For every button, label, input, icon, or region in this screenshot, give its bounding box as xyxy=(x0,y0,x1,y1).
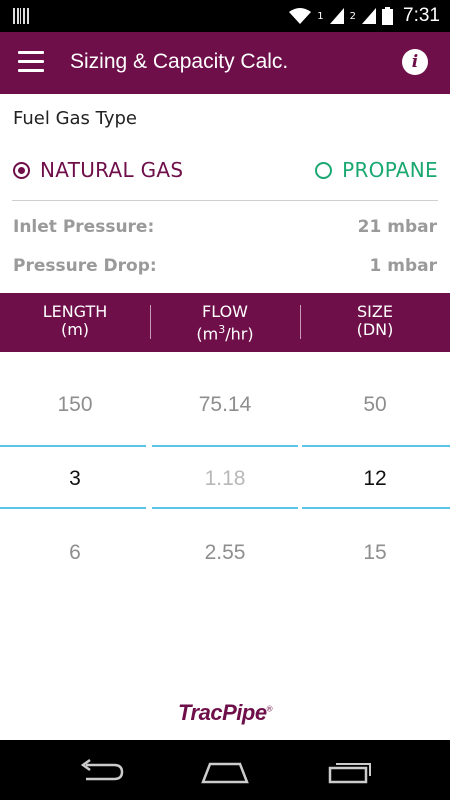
selection-line xyxy=(152,445,298,447)
length-header: LENGTH (m) xyxy=(0,293,150,352)
size-selected-value[interactable]: 12 xyxy=(300,467,450,491)
sim2-label: 2 xyxy=(349,10,357,22)
length-below-value[interactable]: 6 xyxy=(0,541,150,565)
inlet-pressure-row[interactable]: Inlet Pressure: 21 mbar xyxy=(13,217,437,237)
tracpipe-logo: TracPipe® xyxy=(178,700,272,725)
info-icon[interactable]: i xyxy=(402,49,428,75)
flow-above-value[interactable]: 75.14 xyxy=(150,393,300,417)
length-header-unit: (m) xyxy=(60,320,90,339)
clock: 7:31 xyxy=(403,5,440,26)
flow-header-unit: (m3/hr) xyxy=(196,323,254,344)
size-picker[interactable]: 50 12 15 xyxy=(300,352,450,592)
size-header-unit: (DN) xyxy=(356,320,394,339)
length-selected-value[interactable]: 3 xyxy=(0,467,150,491)
fuel-gas-type-title: Fuel Gas Type xyxy=(13,108,137,129)
size-above-value[interactable]: 50 xyxy=(300,393,450,417)
flow-below-value[interactable]: 2.55 xyxy=(150,541,300,565)
natural-gas-radio[interactable]: NATURAL GAS xyxy=(13,158,183,182)
flow-header-title: FLOW xyxy=(202,302,248,321)
flow-selected-value: 1.18 xyxy=(204,467,246,490)
radio-checked-icon xyxy=(13,161,30,179)
home-icon[interactable] xyxy=(200,758,250,784)
inlet-pressure-value: 21 mbar xyxy=(357,217,437,237)
status-bar: 1 2 7:31 xyxy=(0,0,450,32)
propane-radio[interactable]: PROPANE xyxy=(315,158,438,182)
navigation-bar xyxy=(0,740,450,800)
status-icons: 1 2 7:31 xyxy=(289,0,440,32)
divider xyxy=(12,200,438,201)
back-icon[interactable] xyxy=(76,758,126,784)
sim1-label: 1 xyxy=(317,10,324,22)
size-header-title: SIZE xyxy=(357,302,393,321)
length-header-title: LENGTH xyxy=(42,302,108,321)
signal-1-icon xyxy=(329,8,344,24)
selection-line xyxy=(152,507,298,509)
app-title: Sizing & Capacity Calc. xyxy=(70,50,289,73)
size-header: SIZE (DN) xyxy=(300,293,450,352)
menu-icon[interactable] xyxy=(18,51,44,73)
flow-picker[interactable]: 75.14 1.18 2.55 xyxy=(150,352,300,592)
signal-2-icon xyxy=(362,8,377,24)
size-below-value[interactable]: 15 xyxy=(300,541,450,565)
selection-line xyxy=(0,507,146,509)
battery-icon xyxy=(382,7,394,25)
pressure-drop-value: 1 mbar xyxy=(369,256,438,276)
natural-gas-label: NATURAL GAS xyxy=(40,158,184,182)
radio-unchecked-icon xyxy=(315,161,333,179)
pressure-drop-row[interactable]: Pressure Drop: 1 mbar xyxy=(13,256,437,276)
value-pickers: 150 3 6 75.14 1.18 2.55 50 12 15 xyxy=(0,352,450,592)
length-picker[interactable]: 150 3 6 xyxy=(0,352,150,592)
selection-line xyxy=(302,445,450,447)
selection-line xyxy=(0,445,146,447)
recent-apps-icon[interactable] xyxy=(326,758,376,784)
app-bar: Sizing & Capacity Calc. i xyxy=(0,32,450,94)
table-header: LENGTH (m) FLOW (m3/hr) SIZE (DN) xyxy=(0,293,450,352)
pressure-drop-label: Pressure Drop: xyxy=(13,256,157,276)
selection-line xyxy=(302,507,450,509)
barcode-icon xyxy=(13,8,29,24)
propane-label: PROPANE xyxy=(342,158,438,182)
length-above-value[interactable]: 150 xyxy=(0,393,150,417)
wifi-icon xyxy=(289,8,312,24)
flow-header: FLOW (m3/hr) xyxy=(150,293,300,352)
inlet-pressure-label: Inlet Pressure: xyxy=(13,217,155,237)
